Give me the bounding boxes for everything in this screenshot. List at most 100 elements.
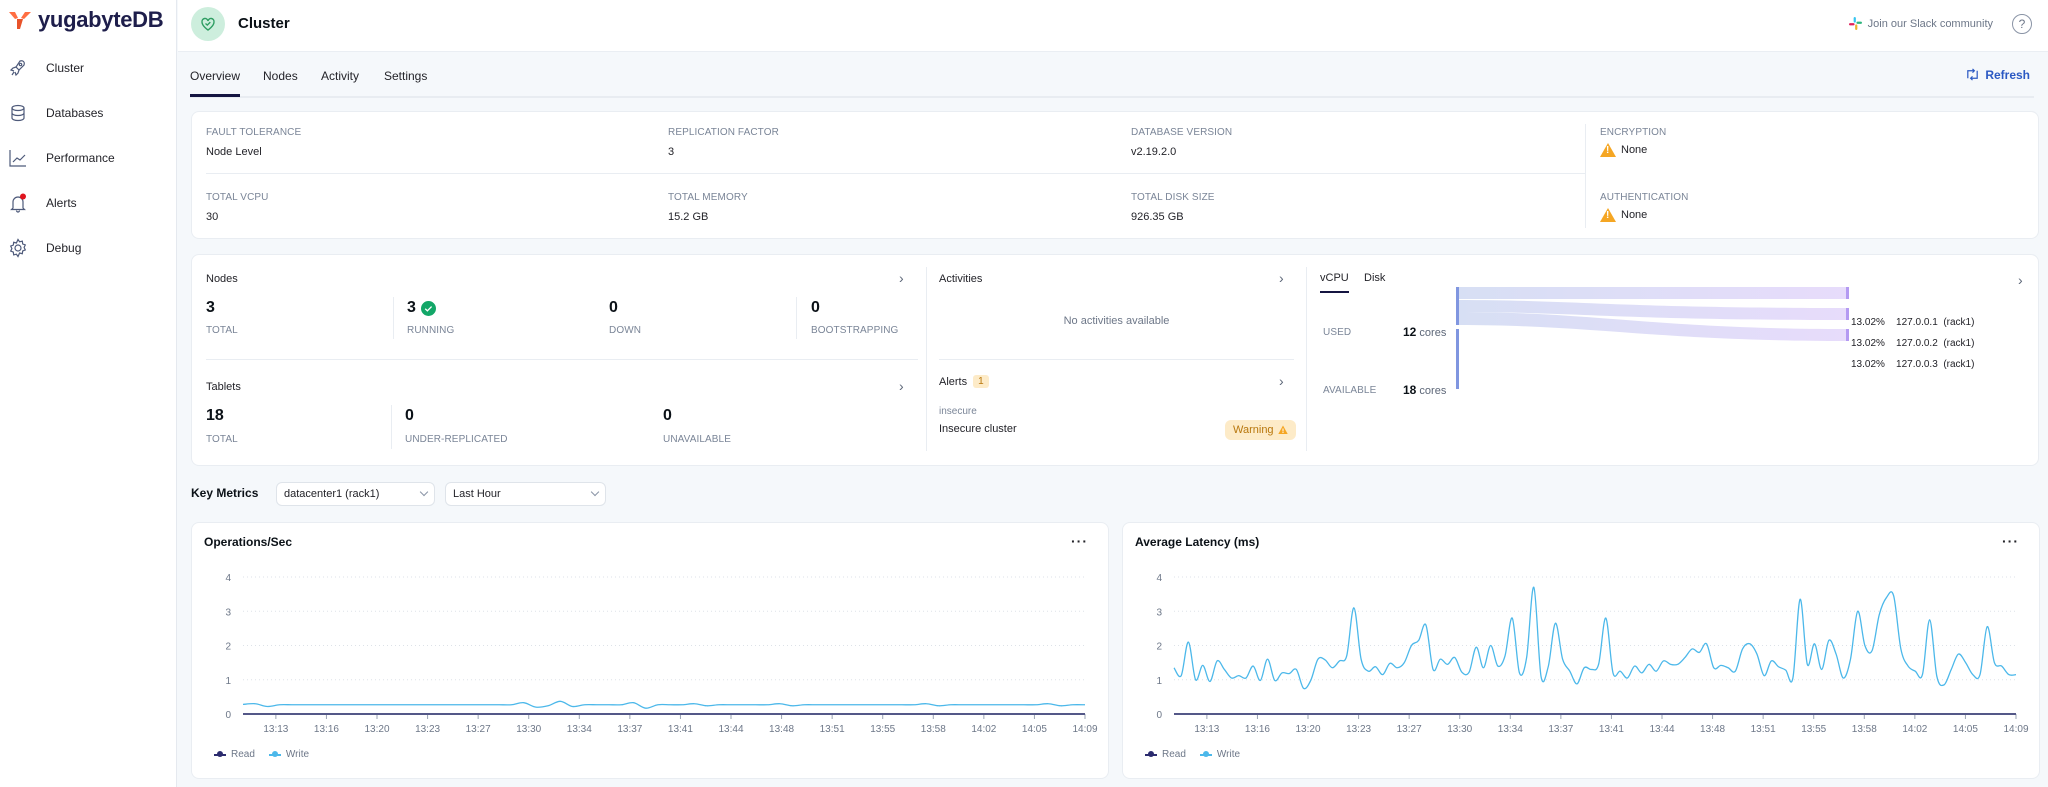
alerts-chevron-icon[interactable]: › [1279,373,1284,389]
activities-empty-message: No activities available [1063,315,1170,327]
nodes-chevron-icon[interactable]: › [899,270,904,286]
latency-line-chart: 0 1 2 3 4 13:13 13:16 13:20 13:23 13:27 13:30 13:34… [1156,573,2029,735]
tab-overview[interactable]: Overview [190,69,241,97]
y-tick-label: 0 [225,710,231,721]
sankey-node-bar-2 [1846,308,1849,320]
legend-item-read[interactable]: Read [214,749,255,760]
vcpu-available-label: AVAILABLE [1323,385,1377,396]
chevron-down-icon [590,487,600,497]
x-tick-label: 13:20 [364,724,389,735]
yugabyte-logo-icon [9,12,31,29]
vcpu-node-row: 13.02% 127.0.0.3 (rack1) [1851,354,1974,375]
sidebar-item-alerts[interactable]: Alerts [0,186,176,220]
sidebar-item-performance[interactable]: Performance [0,141,176,175]
divider [926,267,927,451]
slack-community-link[interactable]: Join our Slack community [1848,17,1993,30]
tablets-under-replicated-label: UNDER-REPLICATED [405,434,508,445]
legend-label: Read [1162,749,1186,760]
nodes-down-value: 0 [609,299,618,316]
key-metrics-title: Key Metrics [191,486,259,500]
x-tick-label: 13:48 [769,724,794,735]
resource-tab-disk[interactable]: Disk [1364,272,1385,284]
time-range-select[interactable]: Last Hour [445,482,606,506]
sidebar-item-cluster[interactable]: Cluster [0,51,176,85]
authentication-value-text: None [1621,209,1648,221]
x-tick-label: 13:34 [1498,724,1523,735]
total-vcpu-label: TOTAL VCPU [206,192,269,203]
alert-name[interactable]: Insecure cluster [939,423,1017,435]
vcpu-node-row: 13.02% 127.0.0.2 (rack1) [1851,333,1974,354]
nodes-total-value: 3 [206,299,215,316]
x-tick-label: 14:09 [1072,724,1097,735]
tab-settings[interactable]: Settings [384,69,427,83]
region-select[interactable]: datacenter1 (rack1) [276,482,435,506]
resource-tab-vcpu[interactable]: vCPU [1320,272,1349,293]
brand-logo[interactable]: yugabyteDB [8,7,164,33]
y-tick-label: 2 [225,642,231,653]
tab-activity[interactable]: Activity [321,69,359,83]
x-tick-label: 13:30 [516,724,541,735]
chevron-down-icon [419,487,429,497]
x-tick-label: 14:02 [1902,724,1927,735]
total-memory-label: TOTAL MEMORY [668,192,748,203]
resource-tab-label: vCPU [1320,272,1349,284]
sidebar-item-label: Cluster [46,61,85,75]
x-tick-label: 14:09 [2003,724,2028,735]
x-tick-label: 13:48 [1700,724,1725,735]
sidebar-item-debug[interactable]: Debug [0,231,176,265]
legend-item-read[interactable]: Read [1145,749,1186,760]
node-rack: (rack1) [1943,359,1975,370]
x-tick-label: 13:13 [1194,724,1219,735]
tab-nodes[interactable]: Nodes [263,69,298,83]
vcpu-available-count: 18 [1403,383,1417,397]
rocket-icon [9,60,25,77]
x-tick-label: 13:44 [718,724,743,735]
alerts-count-badge: 1 [973,375,989,388]
tablets-chevron-icon[interactable]: › [899,378,904,394]
database-version-value: v2.19.2.0 [1131,146,1177,158]
sidebar-item-databases[interactable]: Databases [0,96,176,130]
tablets-unavailable-value: 0 [663,407,672,424]
alerts-header: Alerts 1 [939,375,989,388]
vcpu-node-row: 13.02% 127.0.0.1 (rack1) [1851,312,1974,333]
x-tick-label: 13:13 [263,724,288,735]
activities-title: Activities [939,273,983,285]
series-line-write [242,700,1086,709]
cluster-tabs: Overview Nodes Activity Settings Refresh [190,53,2034,98]
x-tick-label: 13:23 [415,724,440,735]
check-circle-icon [420,300,436,316]
y-tick-label: 0 [1156,710,1162,721]
sankey-node-bar-1 [1846,287,1849,299]
alert-severity-badge: Warning [1225,420,1296,440]
legend-marker [1199,750,1212,757]
legend-item-write[interactable]: Write [1199,749,1240,760]
sankey-available-bar [1456,329,1459,389]
latency-chart-card: Average Latency (ms) ··· 0 1 2 3 4 13:13 13:16… [1122,522,2040,779]
refresh-button[interactable]: Refresh [1965,67,2030,82]
database-icon [11,104,25,122]
cluster-info-card: FAULT TOLERANCE Node Level REPLICATION F… [191,111,2039,239]
total-disk-value: 926.35 GB [1131,211,1184,223]
x-tick-label: 13:23 [1346,724,1371,735]
legend-marker [1145,750,1157,757]
x-tick-label: 13:27 [1397,724,1422,735]
nodes-bootstrapping-value: 0 [811,299,820,316]
legend-item-write[interactable]: Write [268,749,309,760]
legend-marker [214,750,226,757]
fault-tolerance-label: FAULT TOLERANCE [206,127,302,138]
authentication-value: None [1600,208,1647,222]
resources-chevron-icon[interactable]: › [2018,272,2023,288]
node-host: 127.0.0.1 [1896,317,1938,328]
sidebar-item-label: Alerts [46,196,77,210]
x-tick-label: 13:27 [466,724,491,735]
y-tick-label: 3 [225,607,231,618]
help-button[interactable]: ? [2012,14,2032,34]
alert-severity-label: Warning [1233,424,1274,436]
cluster-health-badge [191,7,225,41]
y-tick-label: 3 [1156,607,1162,618]
authentication-label: AUTHENTICATION [1600,192,1689,203]
time-range-select-value: Last Hour [453,488,501,500]
x-tick-label: 13:44 [1649,724,1674,735]
activities-chevron-icon[interactable]: › [1279,270,1284,286]
warning-icon [1277,425,1288,434]
